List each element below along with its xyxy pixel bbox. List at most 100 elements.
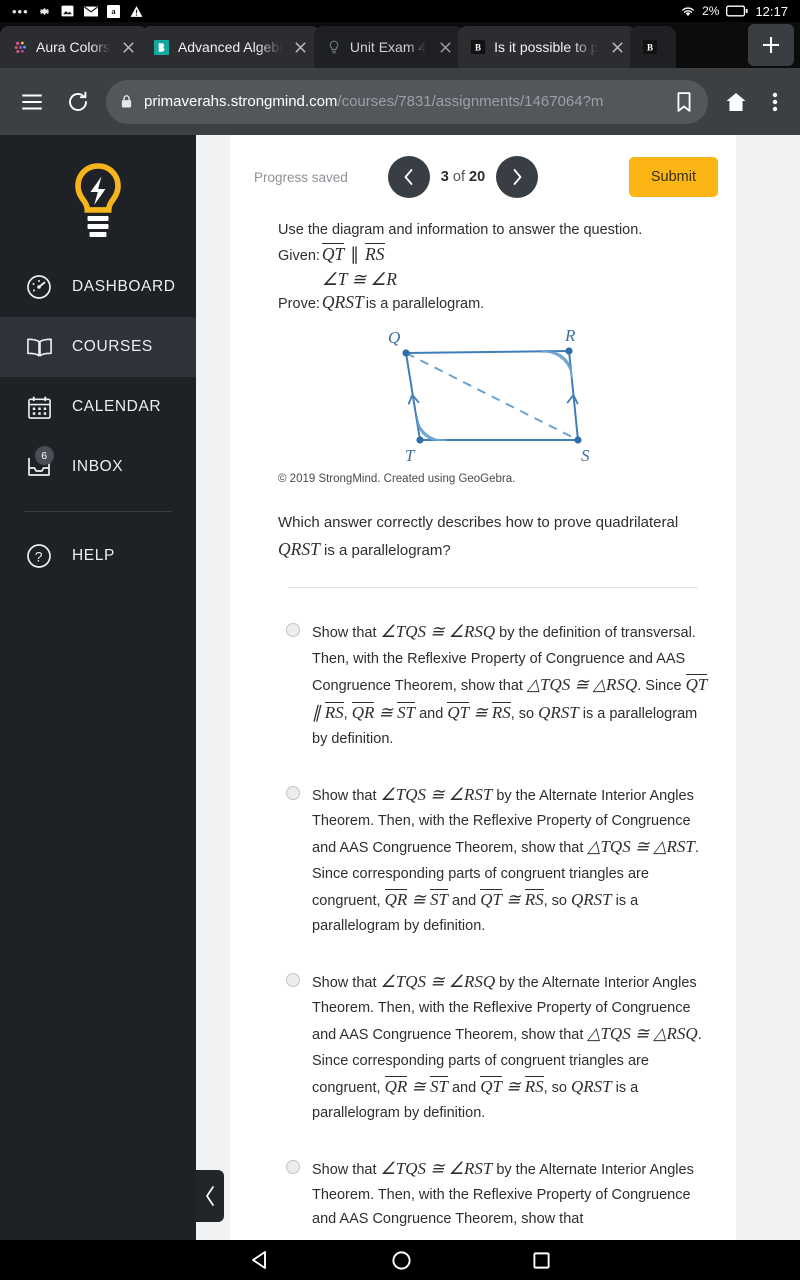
math-fragment: ∠TQS ≅ ∠RSQ — [380, 622, 496, 642]
hamburger-menu-icon[interactable] — [14, 84, 50, 120]
answer-choice-text: Show that ∠TQS ≅ ∠RSQ by the definition … — [312, 618, 714, 751]
math-fragment: △TQS ≅ △RSQ — [526, 674, 638, 694]
text-fragment: Show that — [312, 1161, 381, 1178]
triangle-back-icon[interactable] — [249, 1250, 271, 1270]
progress-saved-label: Progress saved — [254, 169, 348, 185]
close-icon[interactable] — [118, 36, 140, 58]
more-vertical-icon[interactable] — [764, 84, 786, 120]
sidebar-item-courses[interactable]: COURSES — [0, 317, 196, 377]
browser-tab-overflow[interactable]: B — [630, 26, 677, 68]
answer-choice[interactable]: Show that ∠TQS ≅ ∠RST by the Alternate I… — [286, 1125, 714, 1231]
given-angle-congruence: ∠T ≅ ∠R — [322, 268, 397, 289]
sidebar-item-label: DASHBOARD — [72, 278, 176, 295]
math-fragment: △TQS ≅ △RSQ — [587, 1024, 698, 1044]
close-icon[interactable] — [606, 36, 628, 58]
status-bar-clock: 12:17 — [755, 3, 788, 19]
browser-tab-brainly-question[interactable]: B Is it possible to p — [458, 26, 637, 68]
math-fragment: QRST — [570, 1076, 612, 1096]
svg-text:?: ? — [35, 549, 43, 565]
status-bar-right: 2% 12:17 — [681, 4, 788, 19]
math-fragment: QRST — [570, 889, 612, 909]
tab-list: Aura Colors Advanced Algebra Unit Exam 4… — [0, 22, 742, 68]
given-label: Given: — [278, 248, 320, 265]
close-icon[interactable] — [290, 36, 312, 58]
math-fragment: ST — [429, 1075, 448, 1096]
answer-choice-list: Show that ∠TQS ≅ ∠RSQ by the definition … — [230, 588, 736, 1231]
math-fragment: ST — [397, 701, 416, 722]
sidebar-item-dashboard[interactable]: DASHBOARD — [0, 257, 196, 317]
open-book-icon — [24, 336, 54, 358]
math-fragment: QR — [384, 1075, 408, 1096]
sidebar-item-label: INBOX — [72, 458, 124, 475]
answer-choice-text: Show that ∠TQS ≅ ∠RSQ by the Alternate I… — [312, 968, 714, 1125]
math-fragment: RS — [524, 1075, 544, 1096]
url-path: /courses/7831/assignments/1467064?m — [337, 93, 604, 110]
math-fragment: QR — [384, 888, 408, 909]
sidebar-item-inbox[interactable]: 6 INBOX — [0, 437, 196, 497]
svg-text:B: B — [647, 43, 653, 53]
prove-line: Prove: QRST is a parallelogram. — [278, 292, 708, 315]
sidebar-divider — [24, 511, 172, 512]
quiz-header: Progress saved 3 of 20 Submit — [230, 135, 736, 219]
math-fragment: ∠TQS ≅ ∠RSQ — [380, 972, 496, 992]
given-line-1: Given: QT ∥ RS — [278, 243, 708, 267]
math-fragment: QT — [480, 1075, 502, 1096]
brightstorm-icon — [154, 39, 170, 55]
submit-button[interactable]: Submit — [628, 157, 718, 197]
prompt-before: Which answer correctly describes how to … — [278, 514, 679, 532]
sidebar-item-help[interactable]: ? HELP — [0, 526, 196, 586]
amazon-icon: a — [107, 4, 121, 18]
address-bar[interactable]: primaverahs.strongmind.com/courses/7831/… — [106, 79, 708, 124]
answer-radio-button[interactable] — [286, 973, 300, 988]
geometry-figure: Q R T S — [278, 327, 708, 467]
browser-tab-unit-exam-4[interactable]: Unit Exam 4 — [313, 26, 465, 68]
math-fragment: ≅ — [501, 889, 525, 909]
content-column: Progress saved 3 of 20 Submit Use the di… — [196, 135, 800, 1240]
answer-radio-button[interactable] — [286, 786, 300, 801]
text-fragment: and — [447, 892, 481, 909]
bookmark-icon[interactable] — [676, 91, 694, 112]
question-prompt: Which answer correctly describes how to … — [278, 511, 708, 563]
sidebar-item-label: COURSES — [72, 338, 153, 355]
overflow-dots-icon: ••• — [12, 3, 29, 19]
battery-icon — [726, 4, 749, 18]
answer-radio-button[interactable] — [286, 1159, 300, 1174]
plus-icon — [763, 37, 779, 53]
svg-text:B: B — [475, 43, 481, 53]
lightbulb-logo[interactable] — [0, 147, 196, 257]
prove-label: Prove: — [278, 295, 320, 312]
text-fragment: , so — [543, 892, 571, 909]
image-icon — [61, 4, 75, 18]
answer-choice[interactable]: Show that ∠TQS ≅ ∠RSQ by the Alternate I… — [286, 938, 714, 1125]
math-fragment: ≅ — [407, 1076, 430, 1096]
assignment-paper: Progress saved 3 of 20 Submit Use the di… — [230, 135, 736, 1240]
close-icon[interactable] — [434, 36, 456, 58]
answer-radio-button[interactable] — [286, 623, 300, 638]
previous-question-button[interactable] — [387, 156, 430, 198]
text-fragment: Show that — [312, 975, 381, 992]
sidebar-collapse-handle[interactable] — [196, 1170, 224, 1222]
text-fragment: , — [343, 705, 352, 722]
circle-home-icon[interactable] — [391, 1250, 412, 1271]
new-tab-button[interactable] — [748, 24, 794, 66]
sidebar-item-calendar[interactable]: CALENDAR — [0, 377, 196, 437]
inbox-tray-icon: 6 — [24, 446, 54, 479]
home-icon[interactable] — [718, 84, 754, 120]
lock-icon — [120, 94, 134, 109]
math-fragment: ST — [429, 888, 448, 909]
current-page: 3 — [440, 169, 449, 185]
browser-tab-aura-colors[interactable]: Aura Colors — [0, 26, 148, 68]
question-body: Use the diagram and information to answe… — [230, 219, 736, 589]
next-question-button[interactable] — [496, 156, 539, 198]
math-fragment: QRST — [538, 702, 579, 722]
browser-tab-advanced-algebra[interactable]: Advanced Algebra — [141, 26, 320, 68]
answer-choice[interactable]: Show that ∠TQS ≅ ∠RST by the Alternate I… — [286, 751, 714, 938]
reload-icon[interactable] — [60, 84, 96, 120]
answer-choice[interactable]: Show that ∠TQS ≅ ∠RSQ by the definition … — [286, 588, 714, 751]
square-recents-icon[interactable] — [532, 1251, 551, 1270]
tab-title: Unit Exam 4 — [349, 39, 427, 55]
tab-title: Is it possible to p — [494, 39, 599, 55]
math-fragment: RS — [324, 701, 344, 722]
math-fragment: ∠TQS ≅ ∠RST — [380, 1158, 493, 1178]
browser-tab-strip: Aura Colors Advanced Algebra Unit Exam 4… — [0, 22, 800, 68]
